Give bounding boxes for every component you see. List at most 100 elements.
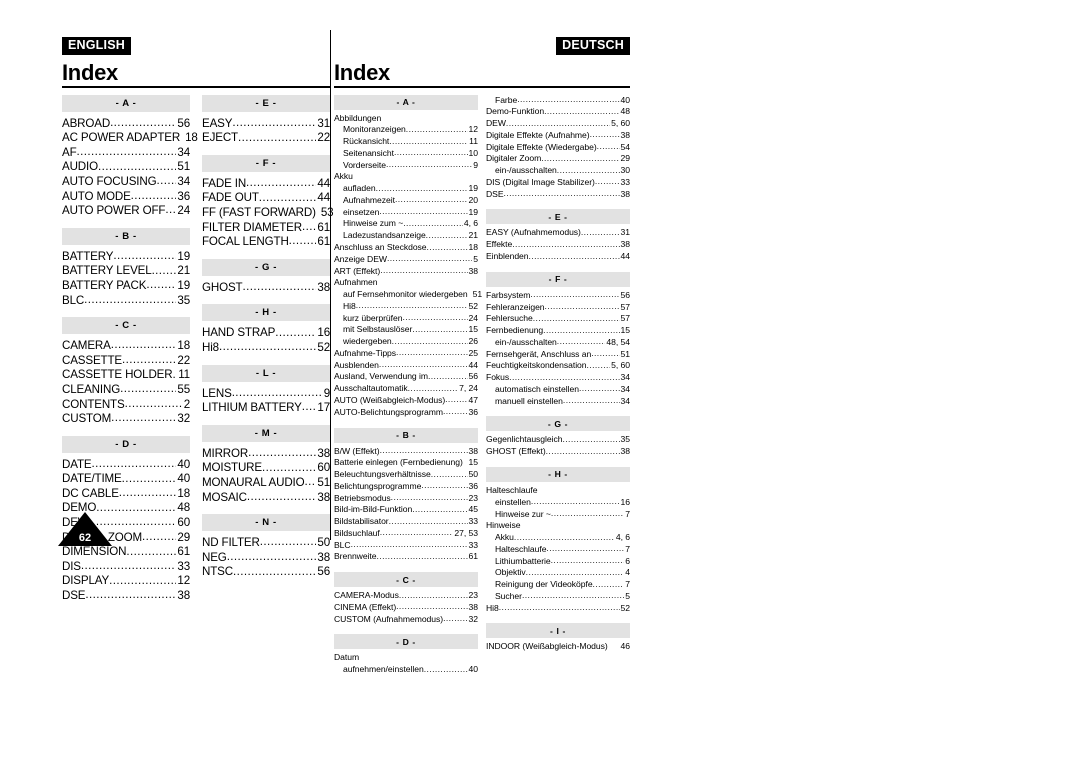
index-entry-page: 5 [625, 590, 630, 601]
index-entry-page: 38 [317, 550, 330, 564]
index-entry: GHOST (Effekt) 38 [486, 446, 630, 458]
index-entry-label: Akku [334, 171, 353, 182]
index-entry: auf Fernsehmonitor wiedergeben 51 [334, 289, 482, 301]
index-entry-label: Einblenden [486, 251, 529, 262]
index-entry-leader [403, 222, 463, 231]
index-entry-page: 33 [468, 539, 479, 550]
index-letter-heading: - H - [486, 466, 630, 482]
index-entry-leader [394, 151, 468, 160]
index-entry-label: Ausblenden [334, 359, 379, 370]
index-entry: AUTO-Belichtungsprogramm 36 [334, 407, 478, 419]
index-entry: Aufnahmezeit 20 [334, 195, 478, 207]
index-letter-heading: - N - [202, 514, 330, 532]
index-entry: Bildsuchlauf 27, 53 [334, 528, 478, 540]
index-letter-heading: - M - [202, 424, 330, 442]
index-entry: EASY 31 [202, 117, 330, 132]
index-entry-page: 56 [620, 289, 631, 300]
index-entry-label: BLC [334, 539, 351, 550]
index-entry-page: 35 [177, 293, 190, 307]
index-entry-page: 4 [625, 567, 630, 578]
index-entry-label: Vorderseite [343, 159, 386, 170]
index-entry-page: 61 [317, 235, 330, 249]
index-entry-leader [563, 399, 620, 408]
index-entry-leader [81, 563, 177, 575]
index-entry-page: 38 [620, 239, 631, 250]
index-entry-label: Digitale Effekte (Wiedergabe) [486, 141, 597, 152]
index-entry-page: 16 [620, 496, 631, 507]
index-letter-group: - I - INDOOR (Weißabgleich-Modus) 46 [486, 623, 630, 653]
index-entry-page: 47 [468, 394, 479, 405]
index-entry-page: 61 [468, 551, 479, 562]
index-letter-heading: - B - [62, 227, 190, 245]
index-entry-label: Abbildungen [334, 112, 382, 123]
index-entry-leader [289, 238, 317, 250]
index-entry-page: 18 [185, 131, 198, 145]
index-entry-leader [395, 198, 468, 207]
index-entry: Bild-im-Bild-Funktion 45 [334, 504, 478, 516]
index-entry-label: GHOST [202, 280, 243, 294]
index-entry-page: 32 [177, 412, 190, 426]
index-entry: DEW 5, 60 [486, 118, 630, 130]
index-entry-page: 30 [620, 165, 631, 176]
index-entry-leader [131, 193, 177, 205]
index-entry-page: 53 [320, 205, 334, 219]
index-entry-page: 24 [468, 312, 479, 323]
index-entry-page: 50 [317, 536, 330, 550]
index-entry-leader [232, 390, 323, 402]
index-letter-group: - A -AbbildungenMonitoranzeigen12Rückans… [334, 94, 482, 419]
index-entry-label: B/W (Effekt) [334, 445, 380, 456]
index-entry: BLC 35 [62, 294, 190, 309]
index-entry-page: 36 [468, 480, 479, 491]
index-entry: Farbe 40 [486, 95, 630, 107]
index-entry: einsetzen 19 [334, 207, 478, 219]
index-entry-page: 57 [620, 313, 631, 324]
index-entry-page: 10 [468, 147, 479, 158]
index-entry-label: AUTO-Belichtungsprogramm [334, 406, 443, 417]
language-divider [330, 30, 331, 540]
index-letter-heading: - E - [202, 94, 330, 112]
index-entry-leader [173, 371, 178, 383]
index-letter-group: - F -Farbsystem56Fehleranzeigen57Fehlers… [486, 271, 631, 408]
index-entry-label: BATTERY [62, 249, 114, 263]
index-entry-page: 15 [620, 325, 631, 336]
index-entry-leader [468, 292, 472, 301]
index-entry-leader [522, 594, 624, 603]
index-entry: ein-/ausschalten 48, 54 [486, 337, 630, 349]
index-letter-heading: - A - [62, 94, 190, 112]
index-entry-leader [541, 157, 619, 166]
index-entry-page: 44 [317, 191, 330, 205]
index-entry-leader [531, 500, 620, 509]
index-entry: Beleuchtungsverhältnisse 50 [334, 469, 478, 481]
index-entry-leader [506, 121, 610, 130]
index-entry-leader [302, 404, 317, 416]
index-entry-label: einstellen [495, 496, 531, 507]
index-entry-leader [351, 543, 468, 552]
index-entry: NEG 38 [202, 551, 330, 566]
index-entry-leader [504, 192, 620, 201]
index-entry-label: automatisch einstellen [495, 383, 579, 394]
index-entry: MOSAIC 38 [202, 491, 330, 506]
index-entry-leader [546, 547, 624, 556]
index-entry: Fernbedienung 15 [486, 325, 630, 337]
index-entry-page: 40 [177, 472, 190, 486]
index-entry-page: 61 [177, 545, 190, 559]
index-entry-page: 38 [468, 445, 479, 456]
index-entry-leader [356, 304, 468, 313]
index-entry-page: 20 [468, 194, 479, 205]
index-letter-heading: - D - [334, 634, 478, 650]
index-entry-page: 56 [177, 116, 190, 130]
index-entry: ND FILTER 50 [202, 536, 330, 551]
index-entry-page: 12 [177, 574, 190, 588]
index-entry-page: 18 [177, 339, 190, 353]
index-entry-leader [98, 163, 176, 175]
index-letter-group: - H -Halteschlaufeeinstellen16Hinweise z… [486, 466, 631, 614]
index-entry-page: 9 [323, 386, 330, 400]
index-entry: CUSTOM 32 [62, 412, 190, 427]
index-entry-page: 23 [468, 492, 479, 503]
index-entry-page: 38 [468, 601, 479, 612]
index-entry-label: auf Fernsehmonitor wiedergeben [343, 289, 468, 300]
index-entry: Batterie einlegen (Fernbedienung) 15 [334, 457, 478, 469]
index-letter-heading: - L - [202, 364, 330, 382]
index-entry-label: FILTER DIAMETER [202, 220, 302, 234]
index-entry-label: kurz überprüfen [343, 312, 403, 323]
